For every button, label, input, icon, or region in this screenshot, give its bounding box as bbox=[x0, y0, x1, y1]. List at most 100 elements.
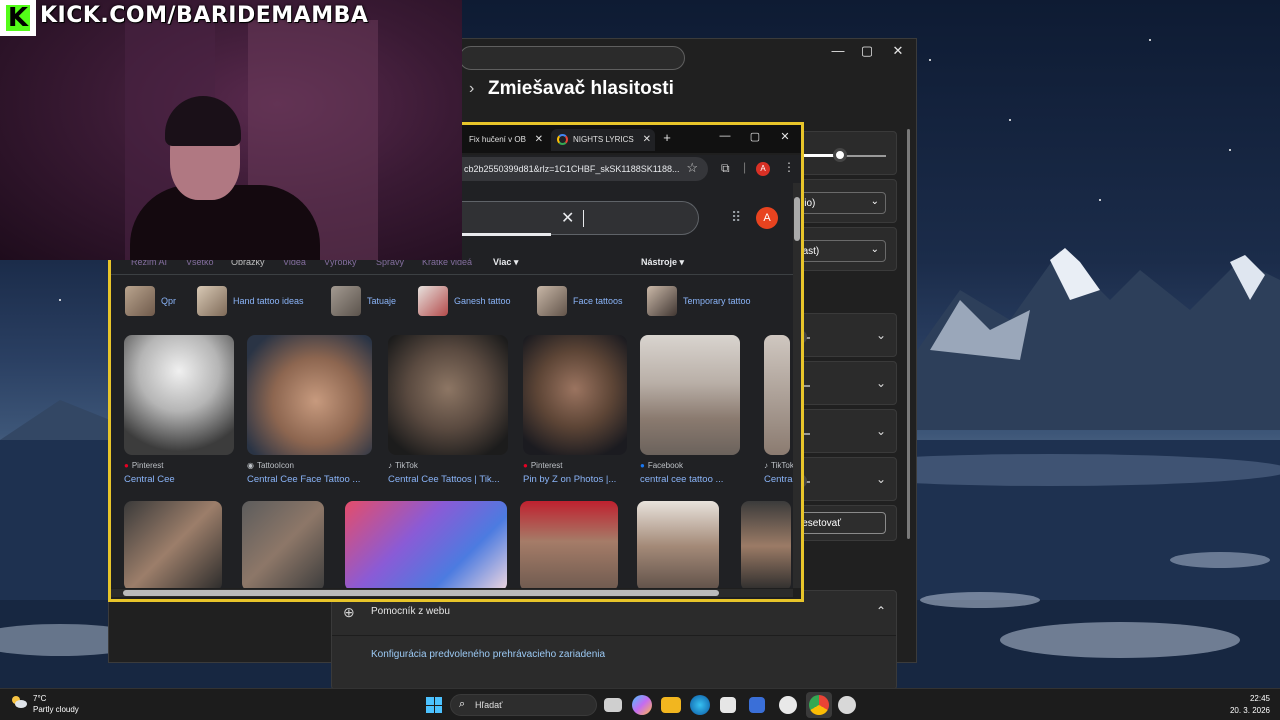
chrome-icon[interactable] bbox=[809, 695, 829, 715]
result-thumbnail bbox=[124, 501, 222, 588]
tab-more-label: Viac bbox=[493, 257, 512, 267]
close-tab-icon[interactable]: ✕ bbox=[535, 134, 543, 145]
result-title: Central Cee bbox=[124, 474, 175, 485]
result-thumbnail bbox=[388, 335, 508, 455]
expand-chevron-icon[interactable]: ⌄ bbox=[876, 376, 886, 390]
search-icon: ⌕ bbox=[459, 698, 466, 710]
tab-nights-lyrics[interactable]: NIGHTS LYRICS ✕ bbox=[551, 129, 655, 151]
clear-search-icon[interactable]: ✕ bbox=[561, 208, 574, 228]
result-source: ♪ TikTok bbox=[764, 461, 793, 470]
streamer-body bbox=[130, 185, 320, 260]
account-avatar[interactable]: A bbox=[756, 207, 778, 229]
result-thumbnail bbox=[520, 501, 618, 588]
clock-date: 20. 3. 2026 bbox=[1229, 706, 1270, 715]
weather-temp: 7°C bbox=[33, 694, 47, 703]
copilot-icon[interactable] bbox=[632, 695, 652, 715]
chip-tatuaje[interactable]: Tatuaje bbox=[331, 285, 396, 317]
tab-more[interactable]: Viac ▾ bbox=[493, 257, 518, 268]
chip-thumbnail bbox=[125, 286, 155, 316]
system-clock[interactable]: 22:45 20. 3. 2026 bbox=[1230, 693, 1270, 717]
stream-channel-url: KICK.COM/BARIDEMAMBA bbox=[40, 3, 369, 28]
result-title: Central C bbox=[764, 474, 793, 485]
settings-scrollbar[interactable] bbox=[907, 129, 910, 539]
browser-maximize-button[interactable]: ▢ bbox=[743, 130, 767, 143]
expand-chevron-icon[interactable]: ⌄ bbox=[876, 328, 886, 342]
page-title: Zmiešavač hlasitosti bbox=[488, 78, 674, 99]
extensions-icon[interactable]: ⧉ bbox=[721, 161, 730, 176]
chip-ganesh-tattoo[interactable]: Ganesh tattoo bbox=[418, 285, 511, 317]
web-help-title: Pomocník z webu bbox=[371, 606, 450, 617]
apps-grid-icon[interactable]: ⠿ bbox=[731, 209, 741, 226]
chip-label: Temporary tattoo bbox=[683, 296, 751, 306]
start-button[interactable] bbox=[426, 697, 442, 713]
result-thumbnail bbox=[523, 335, 627, 455]
chevron-down-icon: ⌄ bbox=[870, 196, 879, 207]
chevron-up-icon[interactable]: ⌃ bbox=[876, 604, 886, 618]
page-scrollbar-horizontal[interactable] bbox=[111, 589, 793, 597]
bookmark-star-icon[interactable]: ☆ bbox=[686, 160, 698, 176]
result-source: ● Pinterest bbox=[523, 461, 563, 470]
result-thumbnail bbox=[345, 501, 507, 588]
scrollbar-thumb[interactable] bbox=[794, 197, 800, 241]
page-scrollbar-vertical[interactable] bbox=[793, 183, 801, 588]
new-tab-button[interactable]: + bbox=[655, 130, 679, 145]
text-caret bbox=[583, 210, 584, 227]
result-source: ● Pinterest bbox=[124, 461, 164, 470]
store-icon[interactable] bbox=[720, 697, 736, 713]
chip-face-tattoos[interactable]: Face tattoos bbox=[537, 285, 623, 317]
chip-label: Hand tattoo ideas bbox=[233, 296, 304, 306]
taskbar: 7°C Partly cloudy ⌕ Hľadať 22:45 20. 3. … bbox=[0, 688, 1280, 720]
file-explorer-icon[interactable] bbox=[661, 697, 681, 713]
taskbar-search[interactable]: ⌕ Hľadať bbox=[450, 694, 597, 716]
chip-label: Qpr bbox=[161, 296, 177, 306]
result-title: Central Cee Face Tattoo ... bbox=[247, 474, 361, 485]
chip-label: Face tattoos bbox=[573, 296, 623, 306]
settings-minimize-button[interactable]: — bbox=[823, 43, 853, 58]
settings-gear-icon[interactable] bbox=[838, 696, 856, 714]
result-thumbnail bbox=[247, 335, 372, 455]
chip-label: Tatuaje bbox=[367, 296, 397, 306]
more-menu-icon[interactable]: ⋮ bbox=[783, 160, 795, 174]
related-searches: Qpr Hand tattoo ideas Tatuaje Ganesh tat… bbox=[111, 285, 793, 319]
result-source-name: Pinterest bbox=[131, 461, 164, 470]
toolbar-divider: | bbox=[743, 160, 747, 174]
result-source-name: Pinterest bbox=[530, 461, 563, 470]
result-title: Pin by Z on Photos |... bbox=[523, 474, 617, 485]
kick-logo: K bbox=[0, 0, 36, 36]
master-volume-slider[interactable] bbox=[833, 148, 847, 162]
result-source: ♪ TikTok bbox=[388, 461, 418, 470]
result-source-name: Facebook bbox=[647, 461, 683, 470]
chip-hand-tattoo-ideas[interactable]: Hand tattoo ideas bbox=[197, 285, 304, 317]
tab-label: NIGHTS LYRICS bbox=[573, 135, 634, 144]
result-thumbnail bbox=[242, 501, 324, 588]
close-tab-icon[interactable]: ✕ bbox=[643, 134, 651, 145]
expand-chevron-icon[interactable]: ⌄ bbox=[876, 472, 886, 486]
tab-fix-hum[interactable]: Fix hučení v OB ✕ bbox=[461, 129, 547, 151]
help-link[interactable]: Konfigurácia predvoleného prehrávacieho … bbox=[371, 649, 605, 660]
chip-thumbnail bbox=[331, 286, 361, 316]
result-thumbnail bbox=[637, 501, 719, 588]
settings-maximize-button[interactable]: ▢ bbox=[852, 43, 882, 59]
chevron-down-icon: ⌄ bbox=[870, 244, 879, 255]
tools-label: Nástroje bbox=[641, 257, 678, 267]
chip-thumbnail bbox=[647, 286, 677, 316]
scrollbar-thumb[interactable] bbox=[123, 590, 719, 596]
edge-icon[interactable] bbox=[690, 695, 710, 715]
result-title: central cee tattoo ... bbox=[640, 474, 724, 485]
browser-close-button[interactable]: ✕ bbox=[773, 130, 797, 143]
chip-temporary-tattoo[interactable]: Temporary tattoo bbox=[647, 285, 751, 317]
tools-button[interactable]: Nástroje ▾ bbox=[641, 257, 684, 268]
outlook-icon[interactable] bbox=[749, 697, 765, 713]
result-source-name: TattooIcon bbox=[256, 461, 294, 470]
browser-minimize-button[interactable]: — bbox=[713, 130, 737, 142]
partly-cloudy-icon bbox=[12, 696, 27, 708]
profile-avatar[interactable]: A bbox=[756, 162, 770, 176]
webcam-overlay bbox=[0, 0, 462, 260]
settings-search-input[interactable] bbox=[459, 46, 685, 70]
steam-icon[interactable] bbox=[779, 696, 797, 714]
result-source-name: TikTok bbox=[771, 461, 793, 470]
task-view-icon[interactable] bbox=[604, 698, 622, 712]
chip-qpr[interactable]: Qpr bbox=[125, 285, 176, 317]
expand-chevron-icon[interactable]: ⌄ bbox=[876, 424, 886, 438]
settings-close-button[interactable]: ✕ bbox=[883, 43, 913, 59]
